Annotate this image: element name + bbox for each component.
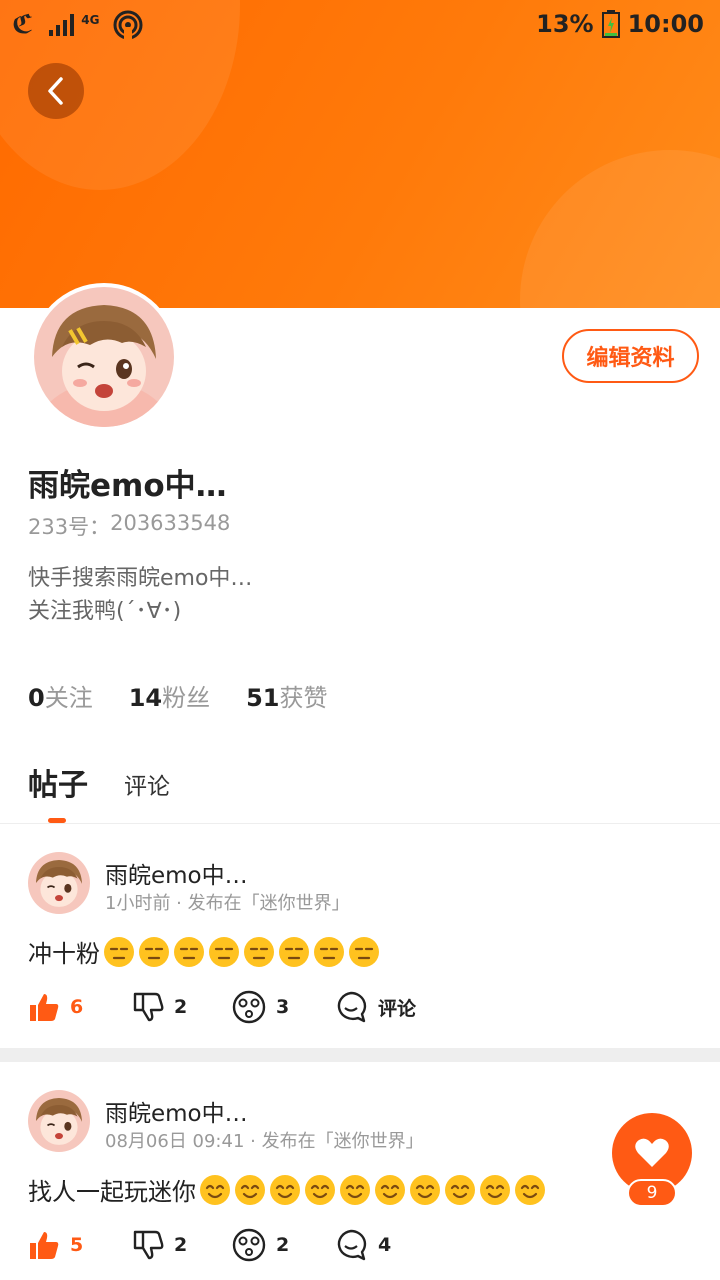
emoji-row	[196, 1174, 546, 1206]
stat-likes[interactable]: 51获赞	[246, 678, 327, 713]
post-author[interactable]: 雨皖emo中…	[105, 856, 248, 890]
tab-posts[interactable]: 帖子	[28, 760, 88, 804]
profile-id-value: 203633548	[110, 511, 231, 535]
expressionless-face-emoji-icon	[349, 936, 379, 967]
hotspot-icon	[113, 10, 143, 40]
wow-count: 3	[276, 996, 290, 1018]
post-text-content: 找人一起玩迷你	[28, 1178, 196, 1206]
dislike-count: 2	[174, 996, 188, 1018]
smiling-face-emoji-icon	[515, 1174, 545, 1205]
post-author[interactable]: 雨皖emo中…	[105, 1094, 248, 1128]
post-separator	[0, 1048, 720, 1062]
comment-icon	[337, 1229, 367, 1261]
battery-icon	[601, 10, 620, 38]
smiling-face-emoji-icon	[480, 1174, 510, 1205]
dislike-button[interactable]: 2	[132, 991, 232, 1023]
expressionless-face-emoji-icon	[104, 936, 134, 967]
stat-following[interactable]: 0关注	[28, 678, 93, 713]
thumbs-down-icon	[133, 992, 164, 1022]
smiling-face-emoji-icon	[270, 1174, 300, 1205]
avatar-image	[34, 287, 174, 427]
dislike-button[interactable]: 2	[132, 1229, 232, 1261]
battery-percent: 13%	[536, 10, 594, 38]
comment-count: 4	[378, 1234, 392, 1256]
like-button[interactable]: 6	[28, 991, 132, 1023]
network-type: 4G	[81, 13, 100, 27]
bio-line: 关注我鸭(´･∀･)	[28, 599, 182, 624]
thumbs-up-icon	[30, 1232, 59, 1259]
post-actions: 6 2 3 评论	[28, 990, 416, 1024]
floating-like-count: 9	[627, 1179, 677, 1207]
expressionless-face-emoji-icon	[174, 936, 204, 967]
smiling-face-emoji-icon	[375, 1174, 405, 1205]
profile-tabs: 帖子 评论	[28, 760, 170, 804]
expressionless-face-emoji-icon	[279, 936, 309, 967]
clock: 10:00	[627, 10, 704, 38]
post-actions: 5 2 2 4	[28, 1228, 391, 1262]
post-text-content: 冲十粉	[28, 940, 100, 968]
tab-comments[interactable]: 评论	[124, 767, 170, 804]
bio-line: 快手搜索雨皖emo中…	[28, 566, 253, 591]
stat-fans[interactable]: 14粉丝	[129, 678, 210, 713]
heart-icon	[635, 1138, 669, 1167]
comment-label: 评论	[378, 997, 417, 1020]
dizzy-face-icon	[232, 990, 266, 1024]
wow-button[interactable]: 2	[232, 1228, 334, 1262]
back-button[interactable]	[28, 63, 84, 119]
avatar-image	[28, 1090, 90, 1152]
post-card[interactable]: 雨皖emo中… 1小时前 · 发布在「迷你世界」 冲十粉 6 2 3 评论	[0, 824, 720, 1024]
comment-icon	[337, 991, 367, 1023]
like-count: 6	[70, 996, 84, 1018]
expressionless-face-emoji-icon	[139, 936, 169, 967]
thumbs-down-icon	[133, 1230, 164, 1260]
dizzy-face-icon	[232, 1228, 266, 1262]
profile-name: 雨皖emo中…	[28, 468, 227, 504]
thumbs-up-icon	[30, 994, 59, 1021]
chevron-left-icon	[48, 77, 63, 105]
comment-button[interactable]: 4	[334, 1228, 391, 1262]
smiling-face-emoji-icon	[340, 1174, 370, 1205]
like-button[interactable]: 5	[28, 1229, 132, 1261]
post-text: 冲十粉	[28, 934, 380, 969]
emoji-row	[100, 936, 380, 968]
carrier-icon: ℭ	[12, 10, 34, 40]
banner-decoration	[520, 150, 720, 308]
comment-button[interactable]: 评论	[334, 990, 416, 1024]
expressionless-face-emoji-icon	[244, 936, 274, 967]
post-card[interactable]: 雨皖emo中… 08月06日 09:41 · 发布在「迷你世界」 找人一起玩迷你…	[0, 1062, 720, 1262]
signal-icon	[49, 14, 75, 36]
smiling-face-emoji-icon	[305, 1174, 335, 1205]
profile-bio: 快手搜索雨皖emo中… 关注我鸭(´･∀･)	[28, 562, 252, 628]
smiling-face-emoji-icon	[235, 1174, 265, 1205]
expressionless-face-emoji-icon	[314, 936, 344, 967]
like-count: 5	[70, 1234, 84, 1256]
expressionless-face-emoji-icon	[209, 936, 239, 967]
profile-id: 233号： 203633548	[28, 511, 230, 541]
profile-id-label: 233号：	[28, 515, 111, 539]
wow-count: 2	[276, 1234, 290, 1256]
dislike-count: 2	[174, 1234, 188, 1256]
smiling-face-emoji-icon	[200, 1174, 230, 1205]
status-bar: ℭ 4G 13% 10:00	[0, 0, 720, 52]
edit-profile-button[interactable]: 编辑资料	[562, 329, 699, 383]
post-avatar[interactable]	[28, 852, 90, 914]
smiling-face-emoji-icon	[445, 1174, 475, 1205]
smiling-face-emoji-icon	[410, 1174, 440, 1205]
profile-avatar[interactable]	[30, 283, 178, 431]
post-avatar[interactable]	[28, 1090, 90, 1152]
avatar-image	[28, 852, 90, 914]
post-meta: 1小时前 · 发布在「迷你世界」	[105, 893, 350, 914]
post-text: 找人一起玩迷你	[28, 1172, 546, 1207]
profile-stats: 0关注 14粉丝 51获赞	[28, 678, 328, 713]
wow-button[interactable]: 3	[232, 990, 334, 1024]
post-meta: 08月06日 09:41 · 发布在「迷你世界」	[105, 1131, 424, 1152]
